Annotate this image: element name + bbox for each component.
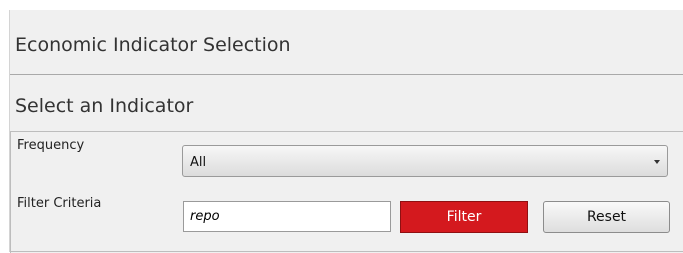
frequency-select[interactable]: All [182,145,668,177]
panel-header: Economic Indicator Selection [10,10,683,74]
chevron-down-icon [654,160,660,164]
section-title: Select an Indicator [15,95,194,117]
panel-title: Economic Indicator Selection [15,34,291,56]
reset-button[interactable]: Reset [543,201,670,233]
filter-button[interactable]: Filter [400,201,528,233]
header-divider [10,74,683,75]
frequency-selected-value: All [190,155,207,170]
frequency-label: Frequency [17,138,85,153]
filter-criteria-input[interactable] [183,201,391,232]
filter-criteria-label: Filter Criteria [17,196,102,211]
